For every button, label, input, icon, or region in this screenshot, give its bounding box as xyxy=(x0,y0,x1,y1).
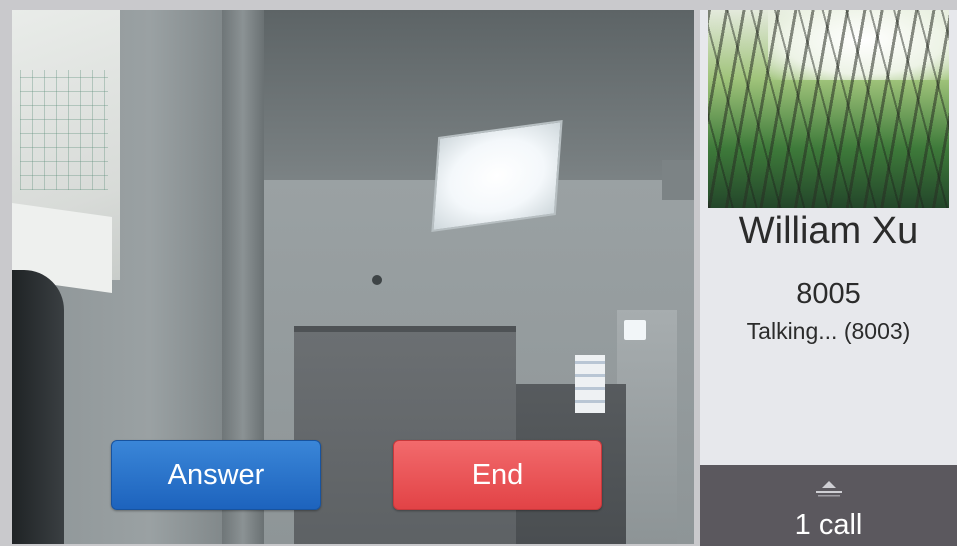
video-doorway xyxy=(617,310,677,544)
phone-screen: Answer End William Xu 8005 Talking... (8… xyxy=(0,0,957,546)
answer-button[interactable]: Answer xyxy=(111,440,321,510)
video-cubicle xyxy=(294,326,516,544)
caller-panel: William Xu 8005 Talking... (8003) 1 call xyxy=(700,10,957,546)
chevron-up-icon[interactable] xyxy=(814,479,844,499)
avatar-trees-2 xyxy=(708,10,949,208)
video-security-camera xyxy=(372,275,382,285)
video-far-light xyxy=(624,320,646,340)
video-vent xyxy=(662,160,694,200)
calls-bar[interactable]: 1 call xyxy=(700,465,957,546)
video-ceiling-light xyxy=(431,119,563,233)
video-boxes xyxy=(575,355,605,413)
caller-name: William Xu xyxy=(738,210,919,252)
video-chair xyxy=(12,270,64,544)
caller-avatar xyxy=(708,10,949,208)
calls-count[interactable]: 1 call xyxy=(700,509,957,542)
call-status: Talking... (8003) xyxy=(746,318,911,344)
caller-number: 8005 xyxy=(796,278,861,310)
video-calendar-grid xyxy=(20,70,108,190)
end-button[interactable]: End xyxy=(393,440,602,510)
